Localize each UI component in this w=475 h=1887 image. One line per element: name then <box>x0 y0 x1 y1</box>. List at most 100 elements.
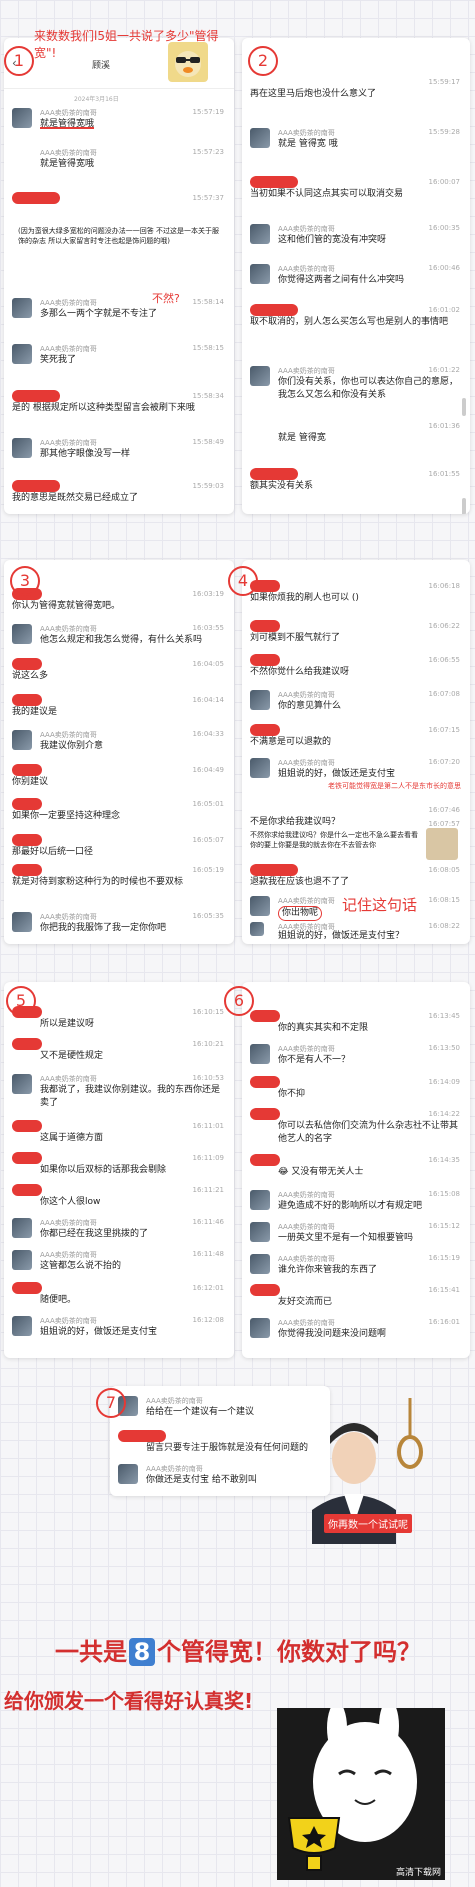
message-time: 16:11:21 <box>192 1186 224 1194</box>
message-sender: AAA卖奶茶的南哥 <box>40 299 97 307</box>
message-text: 多那么一两个字就是不专注了 <box>40 309 158 319</box>
watermark-text: 高清下载网 <box>395 1868 441 1878</box>
message-text: 我都说了，我建议你别建议。我的东西你还是卖了 <box>40 1085 221 1108</box>
message-row: AAA卖奶茶的南哥 16:16:01 你觉得我没问题来没问题啊 <box>250 1318 460 1342</box>
message-text: 那其他字眼像没写一样 <box>40 449 131 459</box>
message-time: 16:06:22 <box>428 622 460 630</box>
redacted-name <box>12 1282 42 1294</box>
message-text: 不然你求给我建议吗？你是什么一定也不急么要去看看你的要上你要是我的就去你在不去管… <box>250 831 418 849</box>
message-time: 16:05:35 <box>192 912 224 920</box>
message-sender: AAA卖奶茶的南哥 <box>278 367 335 375</box>
redacted-name <box>12 1038 42 1050</box>
message-sender: AAA卖奶茶的南哥 <box>40 149 97 157</box>
chat-panel-4: 16:06:18 如果你烦我的刷人也可以 () 16:06:22 刘可模到不服气… <box>242 560 470 944</box>
message-row: 16:10:21 又不是硬性规定 <box>12 1038 224 1064</box>
message-text: 你做还是支付宝 给不敢别叫 <box>146 1475 257 1485</box>
message-time: 16:13:45 <box>428 1012 460 1020</box>
summary-title: 一共是 8 个管得宽！你数对了吗？ <box>8 1632 468 1667</box>
message-text: 姐姐说的好，做饭还是支付宝 <box>40 1327 158 1337</box>
message-text: 笑死我了 <box>40 355 77 365</box>
message-row: 16:07:15 不满意是可以退款的 <box>250 724 460 750</box>
message-time: 16:15:19 <box>428 1254 460 1262</box>
message-text: 你这个人很low <box>40 1197 101 1207</box>
avatar <box>250 1222 270 1242</box>
avatar <box>250 1044 270 1064</box>
message-time: 16:06:55 <box>428 656 460 664</box>
avatar <box>12 1250 32 1270</box>
message-time: 16:00:46 <box>428 264 460 272</box>
message-time: 16:05:01 <box>192 800 224 808</box>
message-text: 留言只要专注于服饰就是没有任何问题的 <box>146 1443 309 1453</box>
message-text: 你觉得这两者之间有什么冲突吗 <box>278 275 405 285</box>
scrollbar[interactable] <box>462 498 466 514</box>
message-sender: AAA卖奶茶的南哥 <box>278 759 335 767</box>
message-sender: AAA卖奶茶的南哥 <box>278 1223 335 1231</box>
message-time: 15:57:37 <box>192 194 224 202</box>
message-row: AAA卖奶茶的南哥 16:01:22 你们没有关系，你也可以表达你自己的意愿，我… <box>250 366 460 406</box>
redacted-name <box>250 864 298 876</box>
message-time: 15:59:03 <box>192 482 224 490</box>
avatar <box>250 690 270 710</box>
message-row: 16:15:41 友好交流而已 <box>250 1284 460 1310</box>
message-time: 15:58:15 <box>192 344 224 352</box>
message-text: 这属于道德方面 <box>40 1133 104 1143</box>
message-sender: AAA卖奶茶的南哥 <box>40 345 97 353</box>
message-time: 16:04:14 <box>192 696 224 704</box>
message-time: 16:07:15 <box>428 726 460 734</box>
message-time: 15:59:17 <box>428 78 460 86</box>
avatar <box>250 896 270 916</box>
message-text: 这和他们管的宽没有冲突呀 <box>278 235 387 245</box>
message-sender: AAA卖奶茶的南哥 <box>278 1319 335 1327</box>
redacted-name <box>250 1154 280 1166</box>
message-sender: AAA卖奶茶的南哥 <box>40 913 97 921</box>
redacted-name <box>250 176 298 188</box>
message-time: 16:10:21 <box>192 1040 224 1048</box>
redacted-name <box>12 864 42 876</box>
summary-suffix: 个管得宽！你数对了吗？ <box>157 1638 421 1666</box>
message-row: AAA卖奶茶的南哥 15:57:23 就是管得宽哦 <box>12 148 224 172</box>
redacted-name <box>12 798 42 810</box>
message-text: 就是管得宽哦 <box>40 119 95 129</box>
message-time: 16:03:55 <box>192 624 224 632</box>
message-time: 16:06:18 <box>428 582 460 590</box>
message-time: 15:58:49 <box>192 438 224 446</box>
message-row: 15:57:37 (因为蛮很大绿多宽松的问题没办法一一回答 不过这是一本关于服饰… <box>12 192 224 245</box>
message-time: 16:01:02 <box>428 306 460 314</box>
message-text: 你都已经在我这里挑拨的了 <box>40 1229 149 1239</box>
message-time: 16:14:09 <box>428 1078 460 1086</box>
avatar <box>12 1316 32 1336</box>
message-row: AAA卖奶茶的南哥 15:58:15 笑死我了 <box>12 344 224 368</box>
message-sender: AAA卖奶茶的南哥 <box>40 1219 97 1227</box>
chat-panel-2: 15:59:17 再在这里马后炮也没什么意义了 AAA卖奶茶的南哥 15:59:… <box>242 38 470 514</box>
message-text: 再在这里马后炮也没什么意义了 <box>250 89 377 99</box>
message-time: 15:59:28 <box>428 128 460 136</box>
message-time: 16:01:55 <box>428 470 460 478</box>
message-row: 15:59:17 再在这里马后炮也没什么意义了 <box>250 78 460 102</box>
message-sender: AAA卖奶茶的南哥 <box>278 897 335 905</box>
avatar <box>12 1074 32 1094</box>
message-text: 不满意是可以退款的 <box>250 737 332 747</box>
message-time: 16:14:35 <box>428 1156 460 1164</box>
message-sender: AAA卖奶茶的南哥 <box>278 691 335 699</box>
chat-date: 2024年3月16日 <box>74 96 119 103</box>
message-time: 16:11:46 <box>192 1218 224 1226</box>
avatar <box>250 128 270 148</box>
message-row: 16:07:57 不然你求给我建议吗？你是什么一定也不急么要去看看你的要上你要是… <box>250 820 460 860</box>
message-row: 16:10:15 所以是建议呀 <box>12 1006 224 1032</box>
message-time: 16:01:36 <box>428 422 460 430</box>
message-row: AAA卖奶茶的南哥 15:58:14 多那么一两个字就是不专注了 <box>12 298 224 322</box>
scrollbar[interactable] <box>462 398 466 416</box>
message-text: 你的意见算什么 <box>278 701 342 711</box>
avatar <box>250 758 270 778</box>
message-text: 😂 又没有带无关人士 <box>278 1167 364 1177</box>
redacted-name <box>250 724 280 736</box>
message-text: 你们没有关系，你也可以表达你自己的意愿，我怎么又怎么和你没有关系 <box>278 377 459 400</box>
message-text: 我的建议是 <box>12 707 58 717</box>
panel-number-1: 1 <box>4 46 34 76</box>
message-sender: AAA卖奶茶的南哥 <box>278 1191 335 1199</box>
message-time: 16:08:15 <box>428 896 460 904</box>
message-row: AAA卖奶茶的南哥 16:10:53 我都说了，我建议你别建议。我的东西你还是卖… <box>12 1074 224 1114</box>
message-row: AAA卖奶茶的南哥 16:12:08 姐姐说的好，做饭还是支付宝 <box>12 1316 224 1340</box>
message-text: 你觉得我没问题来没问题啊 <box>278 1329 387 1339</box>
message-time: 16:14:22 <box>428 1110 460 1118</box>
